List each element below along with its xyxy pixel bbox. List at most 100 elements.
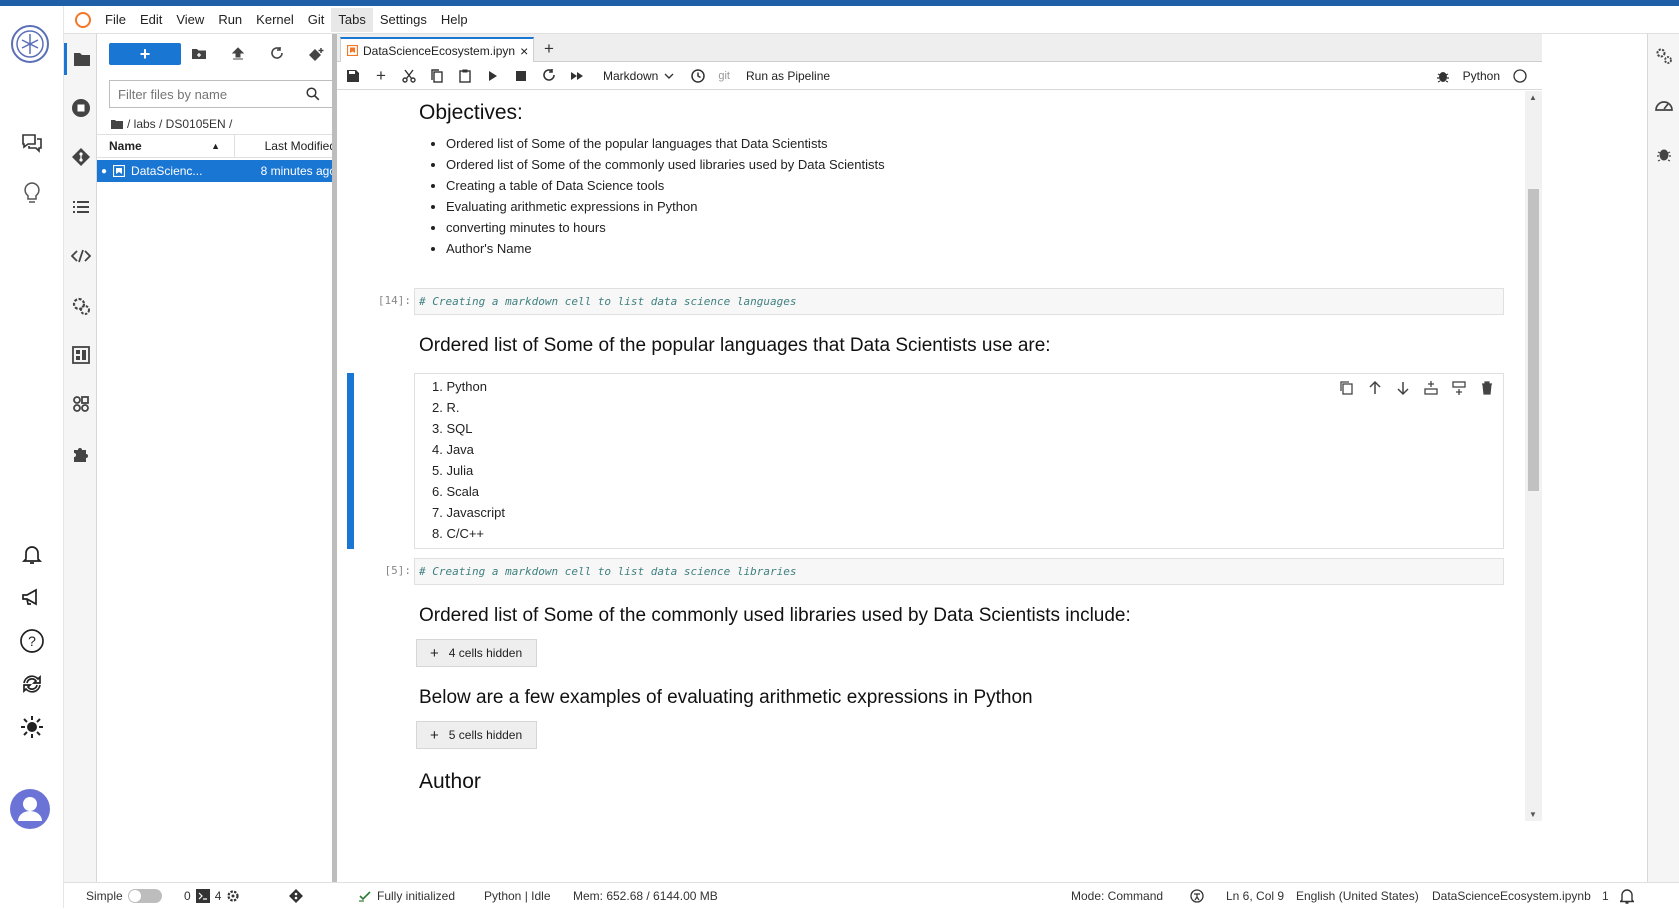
scroll-up-arrow-icon[interactable]: ▲ xyxy=(1529,93,1537,102)
debugger-bug-icon[interactable] xyxy=(1650,140,1678,168)
notification-status[interactable]: 1 xyxy=(1602,883,1634,909)
menu-edit[interactable]: Edit xyxy=(133,8,169,32)
toggle-switch[interactable] xyxy=(127,889,162,903)
resource-gauge-icon[interactable] xyxy=(1650,91,1678,119)
author-heading-cell[interactable]: Author xyxy=(419,770,481,794)
notebook-scrollbar[interactable]: ▲ ▼ xyxy=(1525,91,1542,821)
menu-kernel[interactable]: Kernel xyxy=(249,8,301,32)
stop-icon[interactable] xyxy=(507,64,535,88)
copy-icon[interactable] xyxy=(423,64,451,88)
git-icon[interactable] xyxy=(64,141,97,173)
new-launcher-button[interactable]: + xyxy=(109,43,181,65)
code-cell-libraries[interactable]: # Creating a markdown cell to list data … xyxy=(414,558,1504,585)
restart-icon[interactable] xyxy=(535,64,563,88)
debugger-bug-icon[interactable] xyxy=(1429,64,1457,88)
cursor-position[interactable]: Ln 6, Col 9 xyxy=(1226,883,1284,909)
kernel-name[interactable]: Python xyxy=(1457,69,1506,83)
arithmetic-heading-cell[interactable]: Below are a few examples of evaluating a… xyxy=(419,687,1033,709)
breadcrumb-path[interactable]: / labs / DS0105EN / xyxy=(127,117,232,131)
menu-git[interactable]: Git xyxy=(301,8,332,32)
insert-above-icon[interactable] xyxy=(1423,380,1439,396)
insert-below-icon[interactable] xyxy=(1451,380,1467,396)
file-list-item[interactable]: ● DataScienc... 8 minutes ago xyxy=(97,160,346,182)
libraries-heading-cell[interactable]: Ordered list of Some of the commonly use… xyxy=(419,605,1131,627)
new-tab-plus-icon[interactable]: + xyxy=(539,39,559,59)
puzzle-extensions-icon[interactable] xyxy=(64,438,97,470)
git-status-icon[interactable] xyxy=(288,883,304,909)
home-folder-icon[interactable] xyxy=(111,119,123,129)
menu-bar: File Edit View Run Kernel Git Tabs Setti… xyxy=(64,6,1679,34)
save-icon[interactable] xyxy=(339,64,367,88)
list-item: 7. Javascript xyxy=(432,505,505,520)
table-of-contents-icon[interactable] xyxy=(64,191,97,223)
kernel-count: 4 xyxy=(214,889,222,903)
folder-icon[interactable] xyxy=(64,43,97,75)
code-snippets-icon[interactable] xyxy=(64,240,97,272)
list-item: 5. Julia xyxy=(432,463,474,478)
scroll-down-arrow-icon[interactable]: ▼ xyxy=(1529,810,1537,819)
language-status[interactable]: English (United States) xyxy=(1296,883,1419,909)
git-clone-icon[interactable] xyxy=(307,44,327,64)
sync-icon[interactable] xyxy=(17,669,47,699)
insert-cell-icon[interactable]: + xyxy=(367,64,395,88)
terminals-status[interactable]: 0 4 xyxy=(184,883,240,909)
upload-icon[interactable] xyxy=(228,44,248,64)
help-icon[interactable]: ? xyxy=(17,626,47,656)
last-modified-column-header[interactable]: Last Modified xyxy=(235,135,346,157)
active-cell-indicator[interactable] xyxy=(347,373,354,549)
running-stop-icon[interactable] xyxy=(64,92,97,124)
languages-heading-cell[interactable]: Ordered list of Some of the popular lang… xyxy=(419,335,1051,357)
runtimes-gear-icon[interactable] xyxy=(64,290,97,322)
accessibility-icon[interactable] xyxy=(1190,883,1204,909)
tab-close-icon[interactable]: × xyxy=(520,43,528,59)
notebook-file-icon xyxy=(113,165,126,177)
name-column-header[interactable]: Name ▲ xyxy=(97,135,235,157)
refresh-icon[interactable] xyxy=(267,44,287,64)
property-inspector-gears-icon[interactable] xyxy=(1650,42,1678,70)
extension-blocks-icon[interactable] xyxy=(64,388,97,420)
menu-file[interactable]: File xyxy=(98,8,133,32)
simple-mode-toggle[interactable]: Simple xyxy=(86,883,162,909)
git-label[interactable]: git xyxy=(712,70,736,82)
user-avatar-icon[interactable] xyxy=(9,788,51,830)
move-down-icon[interactable] xyxy=(1395,380,1411,396)
kernel-status[interactable]: Python | Idle xyxy=(484,883,551,909)
duplicate-cell-icon[interactable] xyxy=(1339,380,1355,396)
show-hidden-cells-button[interactable]: + 4 cells hidden xyxy=(416,639,537,667)
file-list-header: Name ▲ Last Modified xyxy=(97,134,346,158)
paste-icon[interactable] xyxy=(451,64,479,88)
scrollbar-thumb[interactable] xyxy=(1528,189,1539,491)
new-folder-icon[interactable] xyxy=(189,44,209,64)
objectives-markdown-cell[interactable]: Objectives: Ordered list of Some of the … xyxy=(419,101,885,259)
lightbulb-icon[interactable] xyxy=(17,178,47,208)
lsp-check-icon xyxy=(358,889,372,903)
bell-icon[interactable] xyxy=(17,539,47,569)
clock-icon[interactable] xyxy=(684,64,712,88)
delete-cell-icon[interactable] xyxy=(1479,380,1495,396)
run-icon[interactable] xyxy=(479,64,507,88)
file-browser-panel: + / labs / DS0105EN / Name ▲ Last Modifi… xyxy=(97,34,347,882)
menu-run[interactable]: Run xyxy=(211,8,249,32)
skills-network-logo-icon[interactable] xyxy=(10,24,50,64)
menu-help[interactable]: Help xyxy=(434,8,475,32)
cell-type-select[interactable]: Markdown xyxy=(597,69,680,83)
chat-icon[interactable] xyxy=(17,128,47,158)
notebook-content[interactable]: Objectives: Ordered list of Some of the … xyxy=(337,91,1525,882)
megaphone-icon[interactable] xyxy=(17,582,47,612)
menu-view[interactable]: View xyxy=(169,8,211,32)
cut-icon[interactable] xyxy=(395,64,423,88)
show-hidden-cells-button[interactable]: + 5 cells hidden xyxy=(416,721,537,749)
lsp-status[interactable]: Fully initialized xyxy=(358,883,455,909)
file-filter-input[interactable] xyxy=(110,86,306,102)
theme-sun-icon[interactable] xyxy=(17,712,47,742)
move-up-icon[interactable] xyxy=(1367,380,1383,396)
menu-tabs[interactable]: Tabs xyxy=(331,7,373,32)
code-cell-languages[interactable]: # Creating a markdown cell to list data … xyxy=(414,288,1504,315)
run-as-pipeline-button[interactable]: Run as Pipeline xyxy=(740,69,836,83)
languages-markdown-cell[interactable]: 1. Python 2. R. 3. SQL 4. Java 5. Julia … xyxy=(414,373,1504,549)
run-all-icon[interactable] xyxy=(563,64,591,88)
tab-notebook[interactable]: DataScienceEcosystem.ipyn × xyxy=(340,37,534,62)
svg-text:?: ? xyxy=(28,633,36,649)
menu-settings[interactable]: Settings xyxy=(373,8,434,32)
component-catalog-icon[interactable] xyxy=(64,339,97,371)
